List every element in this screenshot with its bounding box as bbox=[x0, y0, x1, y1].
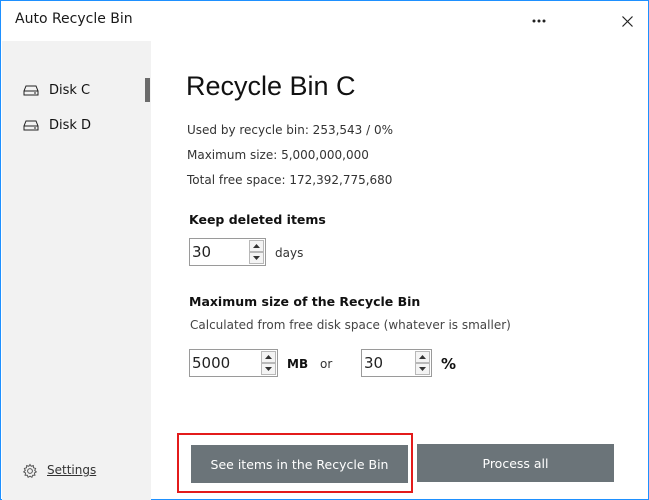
arrow-up-icon bbox=[253, 244, 260, 248]
keep-days-stepper[interactable]: 30 bbox=[189, 238, 266, 266]
max-mb-value[interactable]: 5000 bbox=[192, 354, 230, 372]
main-panel: Recycle Bin C Used by recycle bin: 253,5… bbox=[151, 41, 648, 500]
process-all-button[interactable]: Process all bbox=[417, 444, 614, 482]
arrow-down-icon bbox=[419, 367, 426, 371]
sidebar: Disk C Disk D Settings bbox=[2, 41, 151, 500]
or-label: or bbox=[320, 357, 333, 371]
close-button[interactable] bbox=[604, 1, 649, 41]
sidebar-item-disk-d[interactable]: Disk D bbox=[2, 112, 151, 140]
sidebar-item-disk-c[interactable]: Disk C bbox=[2, 77, 151, 105]
decrement-button[interactable] bbox=[415, 363, 430, 375]
total-free-space: Total free space: 172,392,775,680 bbox=[187, 173, 393, 187]
keep-deleted-title: Keep deleted items bbox=[189, 212, 326, 227]
disk-drive-icon bbox=[23, 85, 39, 100]
ellipsis-icon bbox=[532, 19, 546, 23]
arrow-up-icon bbox=[419, 355, 426, 359]
decrement-button[interactable] bbox=[261, 363, 276, 375]
arrow-down-icon bbox=[253, 256, 260, 260]
more-options-button[interactable] bbox=[516, 1, 562, 41]
window-title: Auto Recycle Bin bbox=[15, 11, 133, 27]
decrement-button[interactable] bbox=[249, 252, 264, 264]
stepper-arrows bbox=[261, 351, 276, 375]
maximum-size: Maximum size: 5,000,000,000 bbox=[187, 148, 369, 162]
see-items-button[interactable]: See items in the Recycle Bin bbox=[191, 445, 408, 483]
title-bar: Auto Recycle Bin bbox=[1, 1, 648, 41]
stepper-arrows bbox=[249, 240, 264, 264]
max-mb-stepper[interactable]: 5000 bbox=[189, 349, 278, 377]
mb-unit: MB bbox=[287, 357, 309, 371]
page-title: Recycle Bin C bbox=[186, 71, 356, 101]
arrow-down-icon bbox=[265, 367, 272, 371]
sidebar-item-label: Disk C bbox=[49, 83, 91, 98]
used-by-recycle-bin: Used by recycle bin: 253,543 / 0% bbox=[187, 123, 394, 137]
max-percent-value[interactable]: 30 bbox=[364, 354, 383, 372]
increment-button[interactable] bbox=[261, 351, 276, 363]
gear-icon bbox=[22, 463, 38, 482]
arrow-up-icon bbox=[265, 355, 272, 359]
disk-drive-icon bbox=[23, 120, 39, 135]
sidebar-item-label: Disk D bbox=[49, 118, 92, 133]
close-icon bbox=[621, 15, 633, 27]
percent-unit: % bbox=[441, 355, 457, 373]
increment-button[interactable] bbox=[415, 351, 430, 363]
app-window: Auto Recycle Bin Disk C Disk D Settings … bbox=[0, 0, 649, 500]
days-unit: days bbox=[275, 246, 304, 260]
stepper-arrows bbox=[415, 351, 430, 375]
settings-label: Settings bbox=[47, 463, 97, 477]
max-size-subtitle: Calculated from free disk space (whateve… bbox=[190, 318, 511, 332]
max-size-title: Maximum size of the Recycle Bin bbox=[189, 294, 421, 309]
selected-indicator bbox=[145, 78, 150, 102]
keep-days-value[interactable]: 30 bbox=[192, 243, 211, 261]
max-percent-stepper[interactable]: 30 bbox=[361, 349, 432, 377]
increment-button[interactable] bbox=[249, 240, 264, 252]
